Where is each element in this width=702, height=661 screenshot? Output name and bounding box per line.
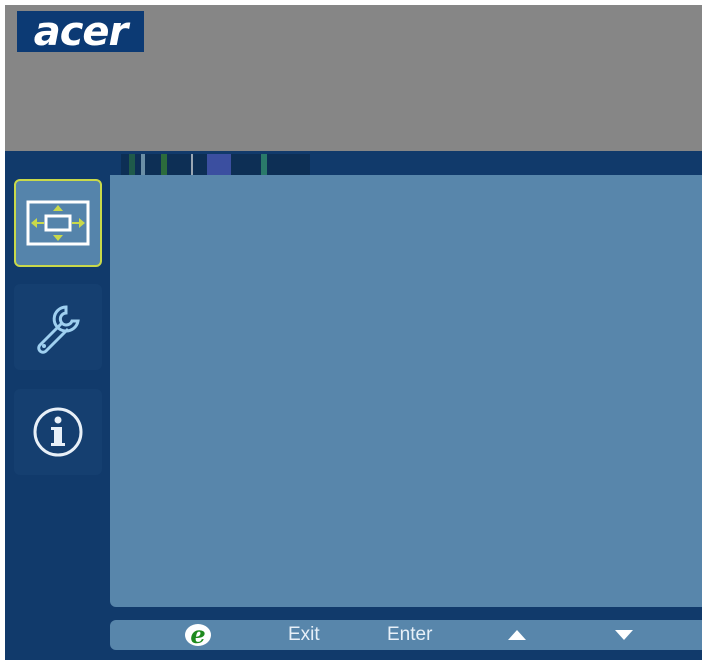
screen-position-icon [26, 200, 90, 246]
triangle-up-icon [508, 630, 526, 640]
wrench-icon [37, 305, 80, 354]
triangle-down-icon [615, 630, 633, 640]
sidebar-item-picture-position[interactable] [14, 179, 102, 267]
up-button[interactable] [506, 620, 528, 650]
osd-footer: e Exit Enter [110, 620, 702, 650]
sidebar-item-information[interactable] [14, 389, 102, 475]
e-key-button[interactable]: e [185, 620, 211, 650]
info-icon [33, 407, 83, 457]
down-button[interactable] [613, 620, 635, 650]
osd-menu: e Exit Enter [5, 151, 702, 660]
e-icon: e [185, 623, 211, 647]
exit-button[interactable]: Exit [288, 620, 320, 650]
osd-sidebar [5, 151, 110, 660]
corrupted-region [121, 154, 310, 175]
enter-button[interactable]: Enter [387, 620, 432, 650]
osd-content-panel [110, 175, 702, 607]
acer-logo: acer [17, 11, 144, 52]
screen-frame: acer e Exit Enter [5, 5, 702, 660]
sidebar-item-settings[interactable] [14, 284, 102, 370]
